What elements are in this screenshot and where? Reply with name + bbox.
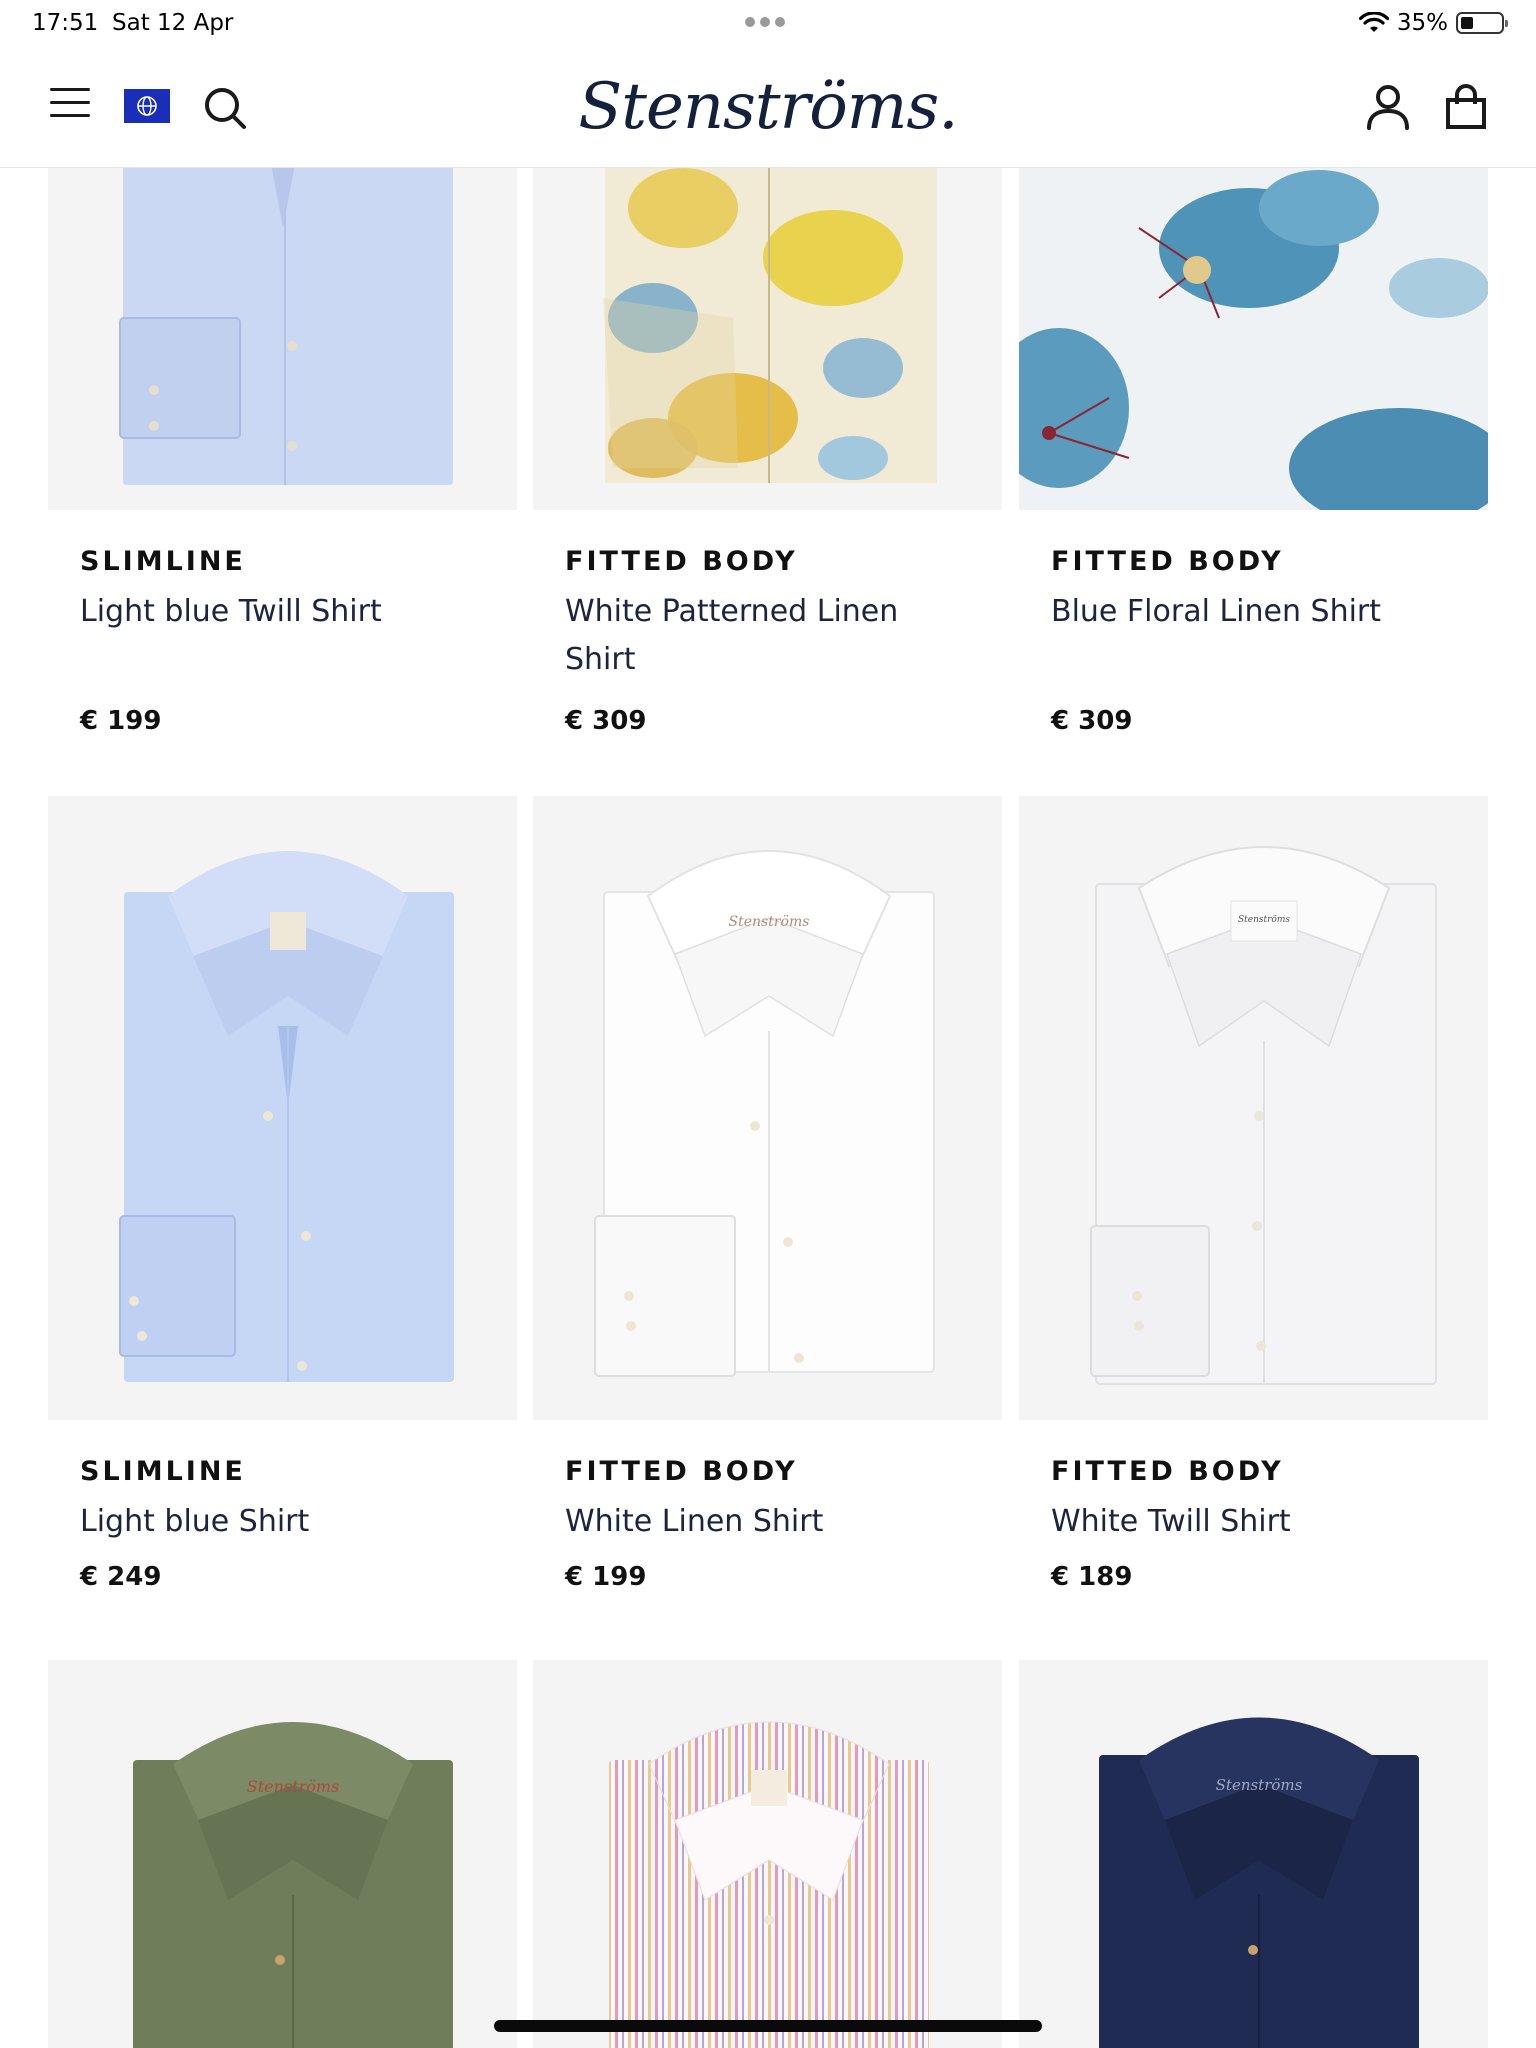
wifi-icon xyxy=(1358,12,1389,34)
product-price: € 199 xyxy=(565,1562,647,1592)
svg-text:Stenströms: Stenströms xyxy=(729,914,810,930)
status-indicators: 35% xyxy=(1358,10,1508,36)
brand-logo[interactable]: Stenströms. xyxy=(0,70,1536,144)
status-date: Sat 12 Apr xyxy=(112,10,234,36)
product-image[interactable]: Stenströms xyxy=(533,796,1002,1420)
shopping-bag-icon[interactable] xyxy=(1444,84,1488,134)
product-name[interactable]: Light blue Shirt xyxy=(80,1498,480,1546)
status-bar: 17:51 Sat 12 Apr 35% xyxy=(0,0,1536,50)
product-image[interactable] xyxy=(48,796,517,1420)
product-fit: FITTED BODY xyxy=(565,1456,798,1487)
multitasking-dots-icon[interactable] xyxy=(745,17,785,27)
product-image[interactable]: Stenströms xyxy=(1019,1660,1488,2048)
product-fit: FITTED BODY xyxy=(1051,1456,1284,1487)
product-fit: SLIMLINE xyxy=(80,1456,246,1487)
product-fit: SLIMLINE xyxy=(80,546,246,577)
battery-percentage: 35% xyxy=(1396,10,1448,36)
battery-icon xyxy=(1456,12,1508,34)
site-header: Stenströms. xyxy=(0,50,1536,168)
product-name[interactable]: Light blue Twill Shirt xyxy=(80,588,480,636)
product-price: € 309 xyxy=(1051,706,1133,736)
product-name[interactable]: Blue Floral Linen Shirt xyxy=(1051,588,1451,636)
product-price: € 189 xyxy=(1051,1562,1133,1592)
product-fit: FITTED BODY xyxy=(1051,546,1284,577)
svg-text:Stenströms: Stenströms xyxy=(247,1777,339,1796)
product-image[interactable] xyxy=(48,168,517,510)
product-image[interactable] xyxy=(533,1660,1002,2048)
home-indicator[interactable] xyxy=(494,2020,1042,2032)
product-name[interactable]: White Patterned Linen Shirt xyxy=(565,588,965,684)
product-name[interactable]: White Twill Shirt xyxy=(1051,1498,1451,1546)
account-icon[interactable] xyxy=(1366,84,1410,134)
product-image[interactable]: Stenströms xyxy=(1019,796,1488,1420)
product-name[interactable]: White Linen Shirt xyxy=(565,1498,965,1546)
product-image[interactable]: Stenströms xyxy=(48,1660,517,2048)
product-price: € 199 xyxy=(80,706,162,736)
product-image[interactable] xyxy=(1019,168,1488,510)
svg-text:Stenströms: Stenströms xyxy=(1216,1776,1303,1794)
product-price: € 309 xyxy=(565,706,647,736)
product-price: € 249 xyxy=(80,1562,162,1592)
status-time: 17:51 xyxy=(32,10,99,36)
product-fit: FITTED BODY xyxy=(565,546,798,577)
product-image[interactable] xyxy=(533,168,1002,510)
svg-text:Stenströms: Stenströms xyxy=(1238,915,1290,925)
